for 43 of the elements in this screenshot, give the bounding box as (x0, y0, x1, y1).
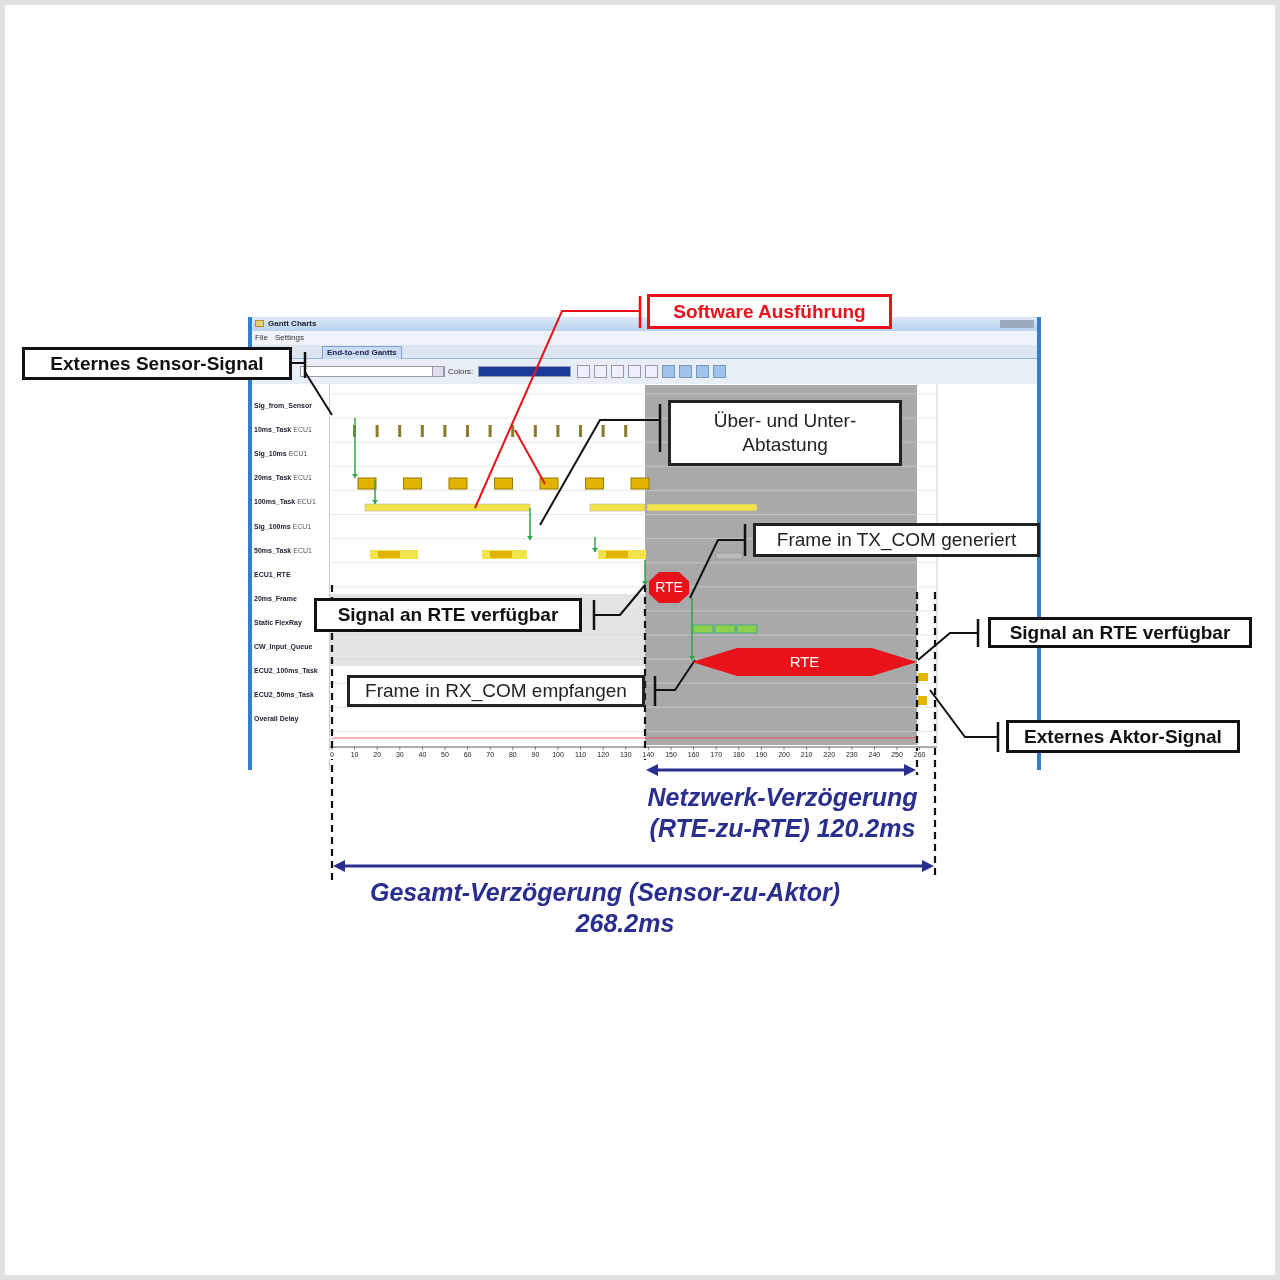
callout-label: Externes Sensor-Signal (22, 347, 292, 380)
callout-label: Software Ausführung (647, 294, 892, 329)
color-select[interactable] (478, 366, 571, 377)
signal-arrow (352, 417, 358, 479)
signal-arrow (642, 559, 648, 586)
leader-line (592, 584, 646, 630)
toolbar-button[interactable] (662, 365, 675, 378)
callout-label: Signal an RTE verfügbar (988, 617, 1252, 648)
toolbar-button[interactable] (679, 365, 692, 378)
toolbar-button[interactable] (713, 365, 726, 378)
toolbar-button[interactable] (611, 365, 624, 378)
dropdown-field[interactable] (300, 366, 445, 377)
task-instance (918, 673, 928, 681)
toolbar-button[interactable] (628, 365, 641, 378)
delay-annotation: Gesamt-Verzögerung (Sensor-zu-Aktor) (369, 878, 841, 906)
window-title: Gantt Charts (268, 318, 317, 330)
callout-label: Über- und Unter- Abtastung (668, 400, 902, 466)
callout-label: Externes Aktor-Signal (1006, 720, 1240, 753)
task-instance (918, 696, 927, 705)
toolbar-button[interactable] (594, 365, 607, 378)
leader-line (929, 689, 1000, 752)
tab[interactable]: End-to-end Gantts (322, 346, 402, 360)
toolbar-button[interactable] (645, 365, 658, 378)
delay-annotation: Netzwerk-Verzögerung (646, 783, 919, 811)
callout-label: Signal an RTE verfügbar (314, 598, 582, 632)
signal-arrow (689, 597, 695, 661)
delay-annotation: 268.2ms (574, 909, 676, 937)
signal-arrow (527, 507, 533, 541)
menu-item[interactable]: Settings (275, 331, 304, 345)
frame-slots-drawing (692, 624, 758, 634)
callout-label: Frame in TX_COM generiert (753, 523, 1040, 557)
callout-label: Frame in RX_COM empfangen (347, 675, 645, 707)
folder-icon (255, 320, 264, 327)
toolbar-button[interactable] (696, 365, 709, 378)
signal-arrow (592, 536, 598, 553)
leader-line (653, 659, 696, 706)
task-bar (715, 552, 743, 560)
toolbar-button[interactable] (577, 365, 590, 378)
delay-annotation: (RTE-zu-RTE) 120.2ms (648, 814, 917, 842)
signal-arrow (372, 479, 378, 505)
menu-item[interactable]: File (255, 331, 268, 345)
colors-label: Colors: (448, 366, 474, 377)
leader-line (917, 619, 980, 661)
